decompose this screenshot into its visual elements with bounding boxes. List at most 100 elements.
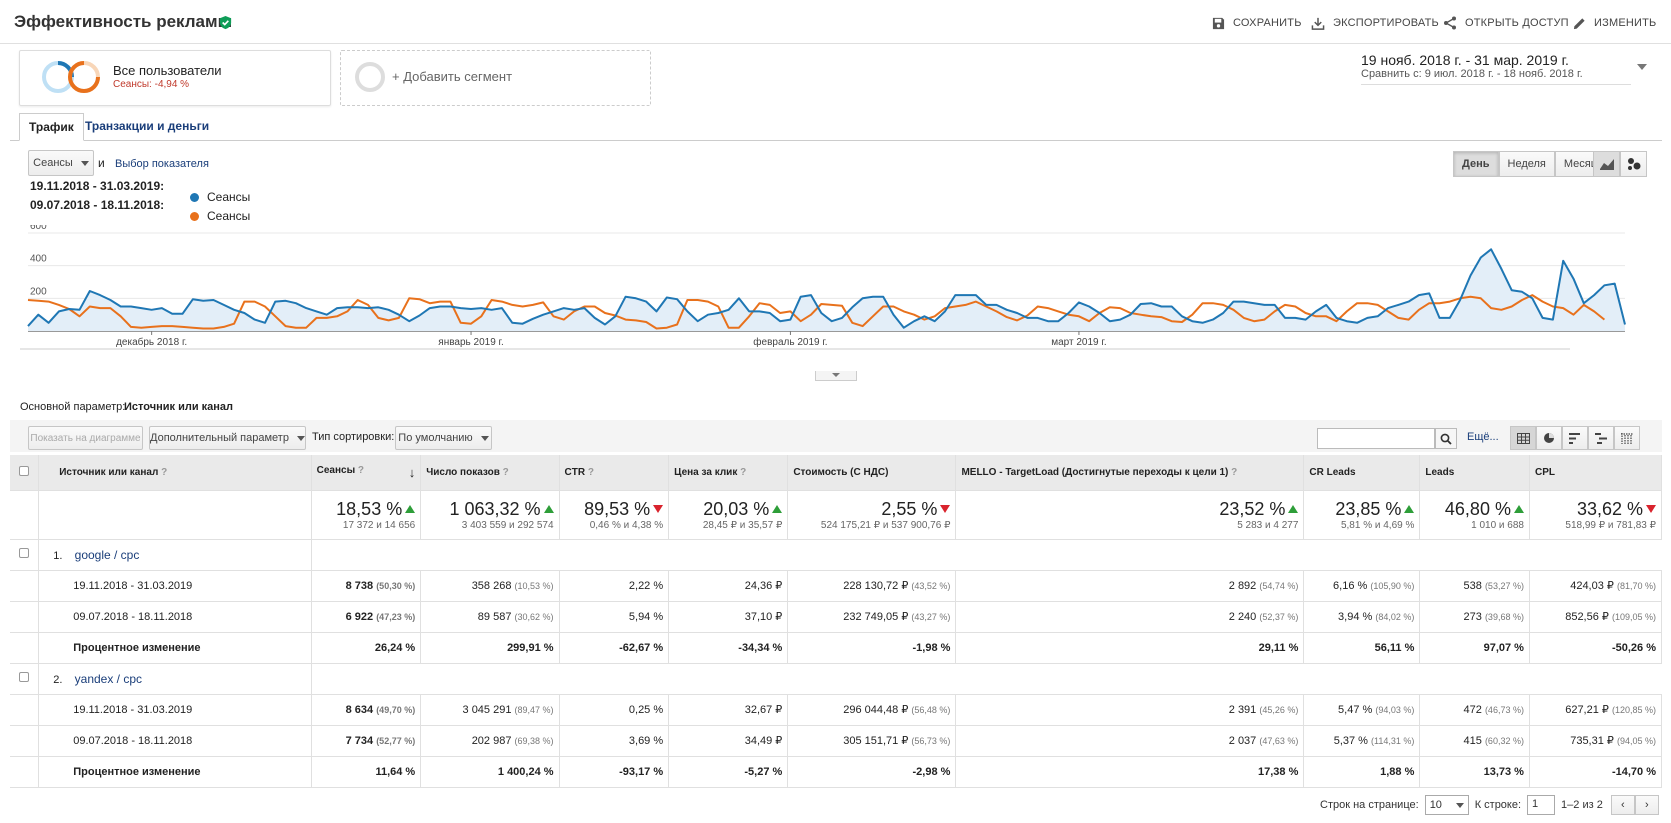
totals-compare: 17 372 и 14 656 — [342, 519, 416, 531]
row-checkbox[interactable] — [19, 548, 30, 558]
metric-select[interactable]: Сеансы — [28, 150, 94, 176]
x-tick-label: январь 2019 г. — [438, 337, 503, 348]
search-button[interactable] — [1435, 428, 1457, 449]
segment-change: Сеансы: -4,94 % — [113, 79, 190, 90]
source-medium-link[interactable]: google / cpc — [75, 548, 140, 562]
col-cpl[interactable]: CPL — [1529, 455, 1663, 491]
cell-share: (49,70 %) — [376, 704, 416, 715]
table-cell: 13,73 % — [1419, 756, 1530, 788]
col-impressions[interactable]: Число показов ? — [420, 455, 560, 491]
tabs-divider — [10, 140, 1662, 141]
group-blank — [311, 663, 1662, 695]
table-cell: 2 240 (52,37 %) — [955, 601, 1305, 633]
secondary-dimension-select[interactable]: Дополнительный параметр — [149, 426, 306, 450]
bar-list-icon — [1569, 432, 1580, 444]
metric-chooser-link[interactable]: Выбор показателя — [115, 158, 209, 170]
cell-share: (53,27 %) — [1484, 580, 1524, 591]
source-medium-link[interactable]: yandex / cpc — [75, 672, 142, 686]
prev-page-button[interactable]: ‹ — [1610, 795, 1635, 815]
primary-dimension-value[interactable]: Источник или канал — [124, 401, 233, 413]
arrow-down-icon — [653, 504, 664, 513]
cell-value: 8 634 — [345, 703, 374, 716]
plot-rows-button[interactable]: Показать на диаграмме — [28, 426, 143, 450]
cell-share: (39,68 %) — [1484, 611, 1524, 622]
col-sessions[interactable]: Сеансы ? ↓ — [311, 455, 422, 491]
select-all-checkbox[interactable] — [19, 465, 30, 476]
goto-row-label: К строке: — [1474, 799, 1522, 811]
cell-value: 305 151,71 ₽ — [843, 735, 909, 747]
totals-compare: 5 283 и 4 277 — [1237, 519, 1299, 531]
table-cell: 538 (53,27 %) — [1419, 570, 1530, 602]
sort-type-select[interactable]: По умолчанию — [395, 426, 492, 450]
table-cell: 358 268 (10,53 %) — [420, 570, 560, 602]
col-cr-leads[interactable]: CR Leads — [1303, 455, 1421, 491]
view-pivot-button[interactable] — [1614, 426, 1640, 450]
export-button[interactable]: ЭКСПОРТИРОВАТЬ — [1311, 14, 1439, 32]
column-title: MELLO - TargetLoad (Достигнутые переходы… — [961, 466, 1229, 478]
compare-label: Сравнить с: — [1361, 68, 1422, 80]
period-week-button[interactable]: Неделя — [1498, 151, 1555, 177]
page-range: 1–2 из 2 — [1561, 799, 1603, 811]
view-performance-button[interactable] — [1562, 426, 1588, 450]
save-button[interactable]: СОХРАНИТЬ — [1212, 14, 1302, 32]
group-label-cell: 2. yandex / cpc — [38, 663, 312, 695]
col-cost[interactable]: Стоимость (С НДС) — [787, 455, 957, 491]
sessions-line-chart[interactable]: 600 400 200 декабрь 2018 г. январь 2019 г. фе… — [20, 225, 1660, 385]
chart-collapse-handle[interactable] — [815, 371, 857, 381]
cell-value: 538 — [1463, 579, 1482, 592]
add-segment-button[interactable]: + Добавить сегмент — [340, 50, 651, 106]
cell-value: 8 738 — [345, 579, 374, 592]
next-page-button[interactable]: › — [1634, 795, 1659, 815]
view-pie-button[interactable] — [1536, 426, 1562, 450]
view-table-button[interactable] — [1510, 426, 1536, 450]
arrow-up-icon — [1404, 504, 1415, 513]
table-cell: 3 045 291 (89,47 %) — [420, 694, 560, 726]
row-checkbox[interactable] — [19, 672, 30, 682]
col-goal1[interactable]: MELLO - TargetLoad (Достигнутые переходы… — [955, 455, 1305, 491]
save-label: СОХРАНИТЬ — [1233, 17, 1302, 29]
col-cpc[interactable]: Цена за клик ? — [668, 455, 789, 491]
x-tick-label: февраль 2019 г. — [753, 336, 827, 348]
goto-row-input[interactable]: 1 — [1527, 795, 1556, 815]
search-icon — [1440, 433, 1452, 445]
cell-value: 852,56 ₽ — [1565, 611, 1609, 623]
chevron-down-icon[interactable] — [1637, 64, 1647, 70]
rows-per-page-select[interactable]: 10 — [1424, 795, 1469, 815]
col-leads[interactable]: Leads — [1419, 455, 1530, 491]
cell-value: 3 045 291 — [462, 703, 512, 716]
cell-value: 5,37 % — [1333, 734, 1368, 747]
view-comparison-button[interactable] — [1588, 426, 1614, 450]
cell-share: (114,31 %) — [1371, 735, 1415, 746]
rows-per-page-value: 10 — [1429, 799, 1442, 811]
tab-transactions[interactable]: Транзакции и деньги — [76, 113, 218, 141]
table-cell: 3,69 % — [559, 725, 670, 757]
chevron-down-icon — [480, 435, 489, 441]
chevron-left-icon: ‹ — [1620, 799, 1625, 811]
motion-chart-button[interactable] — [1620, 151, 1647, 177]
period-day-button[interactable]: День — [1453, 151, 1499, 177]
col-source-medium[interactable]: Источник или канал ? — [38, 455, 312, 491]
row-blank — [10, 570, 40, 602]
segment-all-users[interactable]: Все пользователи Сеансы: -4,94 % — [19, 50, 331, 106]
col-ctr[interactable]: CTR ? — [559, 455, 670, 491]
table-cell: 1,88 % — [1303, 756, 1421, 788]
table-row: Процентное изменение 26,24 % 299,91 % -62,6… — [10, 632, 1663, 664]
table-cell: 415 (60,32 %) — [1419, 725, 1530, 757]
advanced-filter-link[interactable]: Ещё... — [1467, 431, 1499, 443]
totals-compare: 3 403 559 и 292 574 — [461, 519, 554, 531]
cell-share: (81,70 %) — [1616, 581, 1656, 591]
cell-share: (69,38 %) — [514, 735, 554, 746]
cell-value: 29,11 % — [1258, 641, 1299, 654]
cell-value: 5,47 % — [1338, 703, 1373, 716]
table-search-input[interactable] — [1317, 428, 1435, 449]
help-icon: ? — [1231, 466, 1238, 478]
date-range-picker[interactable]: 19 нояб. 2018 г. - 31 мар. 2019 г. Сравн… — [1361, 52, 1631, 85]
cell-value: -1,98 % — [912, 641, 951, 654]
share-button[interactable]: ОТКРЫТЬ ДОСТУП — [1443, 14, 1569, 32]
column-title: CR Leads — [1309, 466, 1356, 478]
totals-cell: 18,53 % 17 372 и 14 656 — [311, 490, 422, 540]
edit-button[interactable]: ИЗМЕНИТЬ — [1573, 14, 1656, 32]
cell-share: (56,73 %) — [911, 736, 951, 746]
tab-traffic[interactable]: Трафик — [19, 113, 84, 141]
line-chart-button[interactable] — [1593, 151, 1620, 177]
